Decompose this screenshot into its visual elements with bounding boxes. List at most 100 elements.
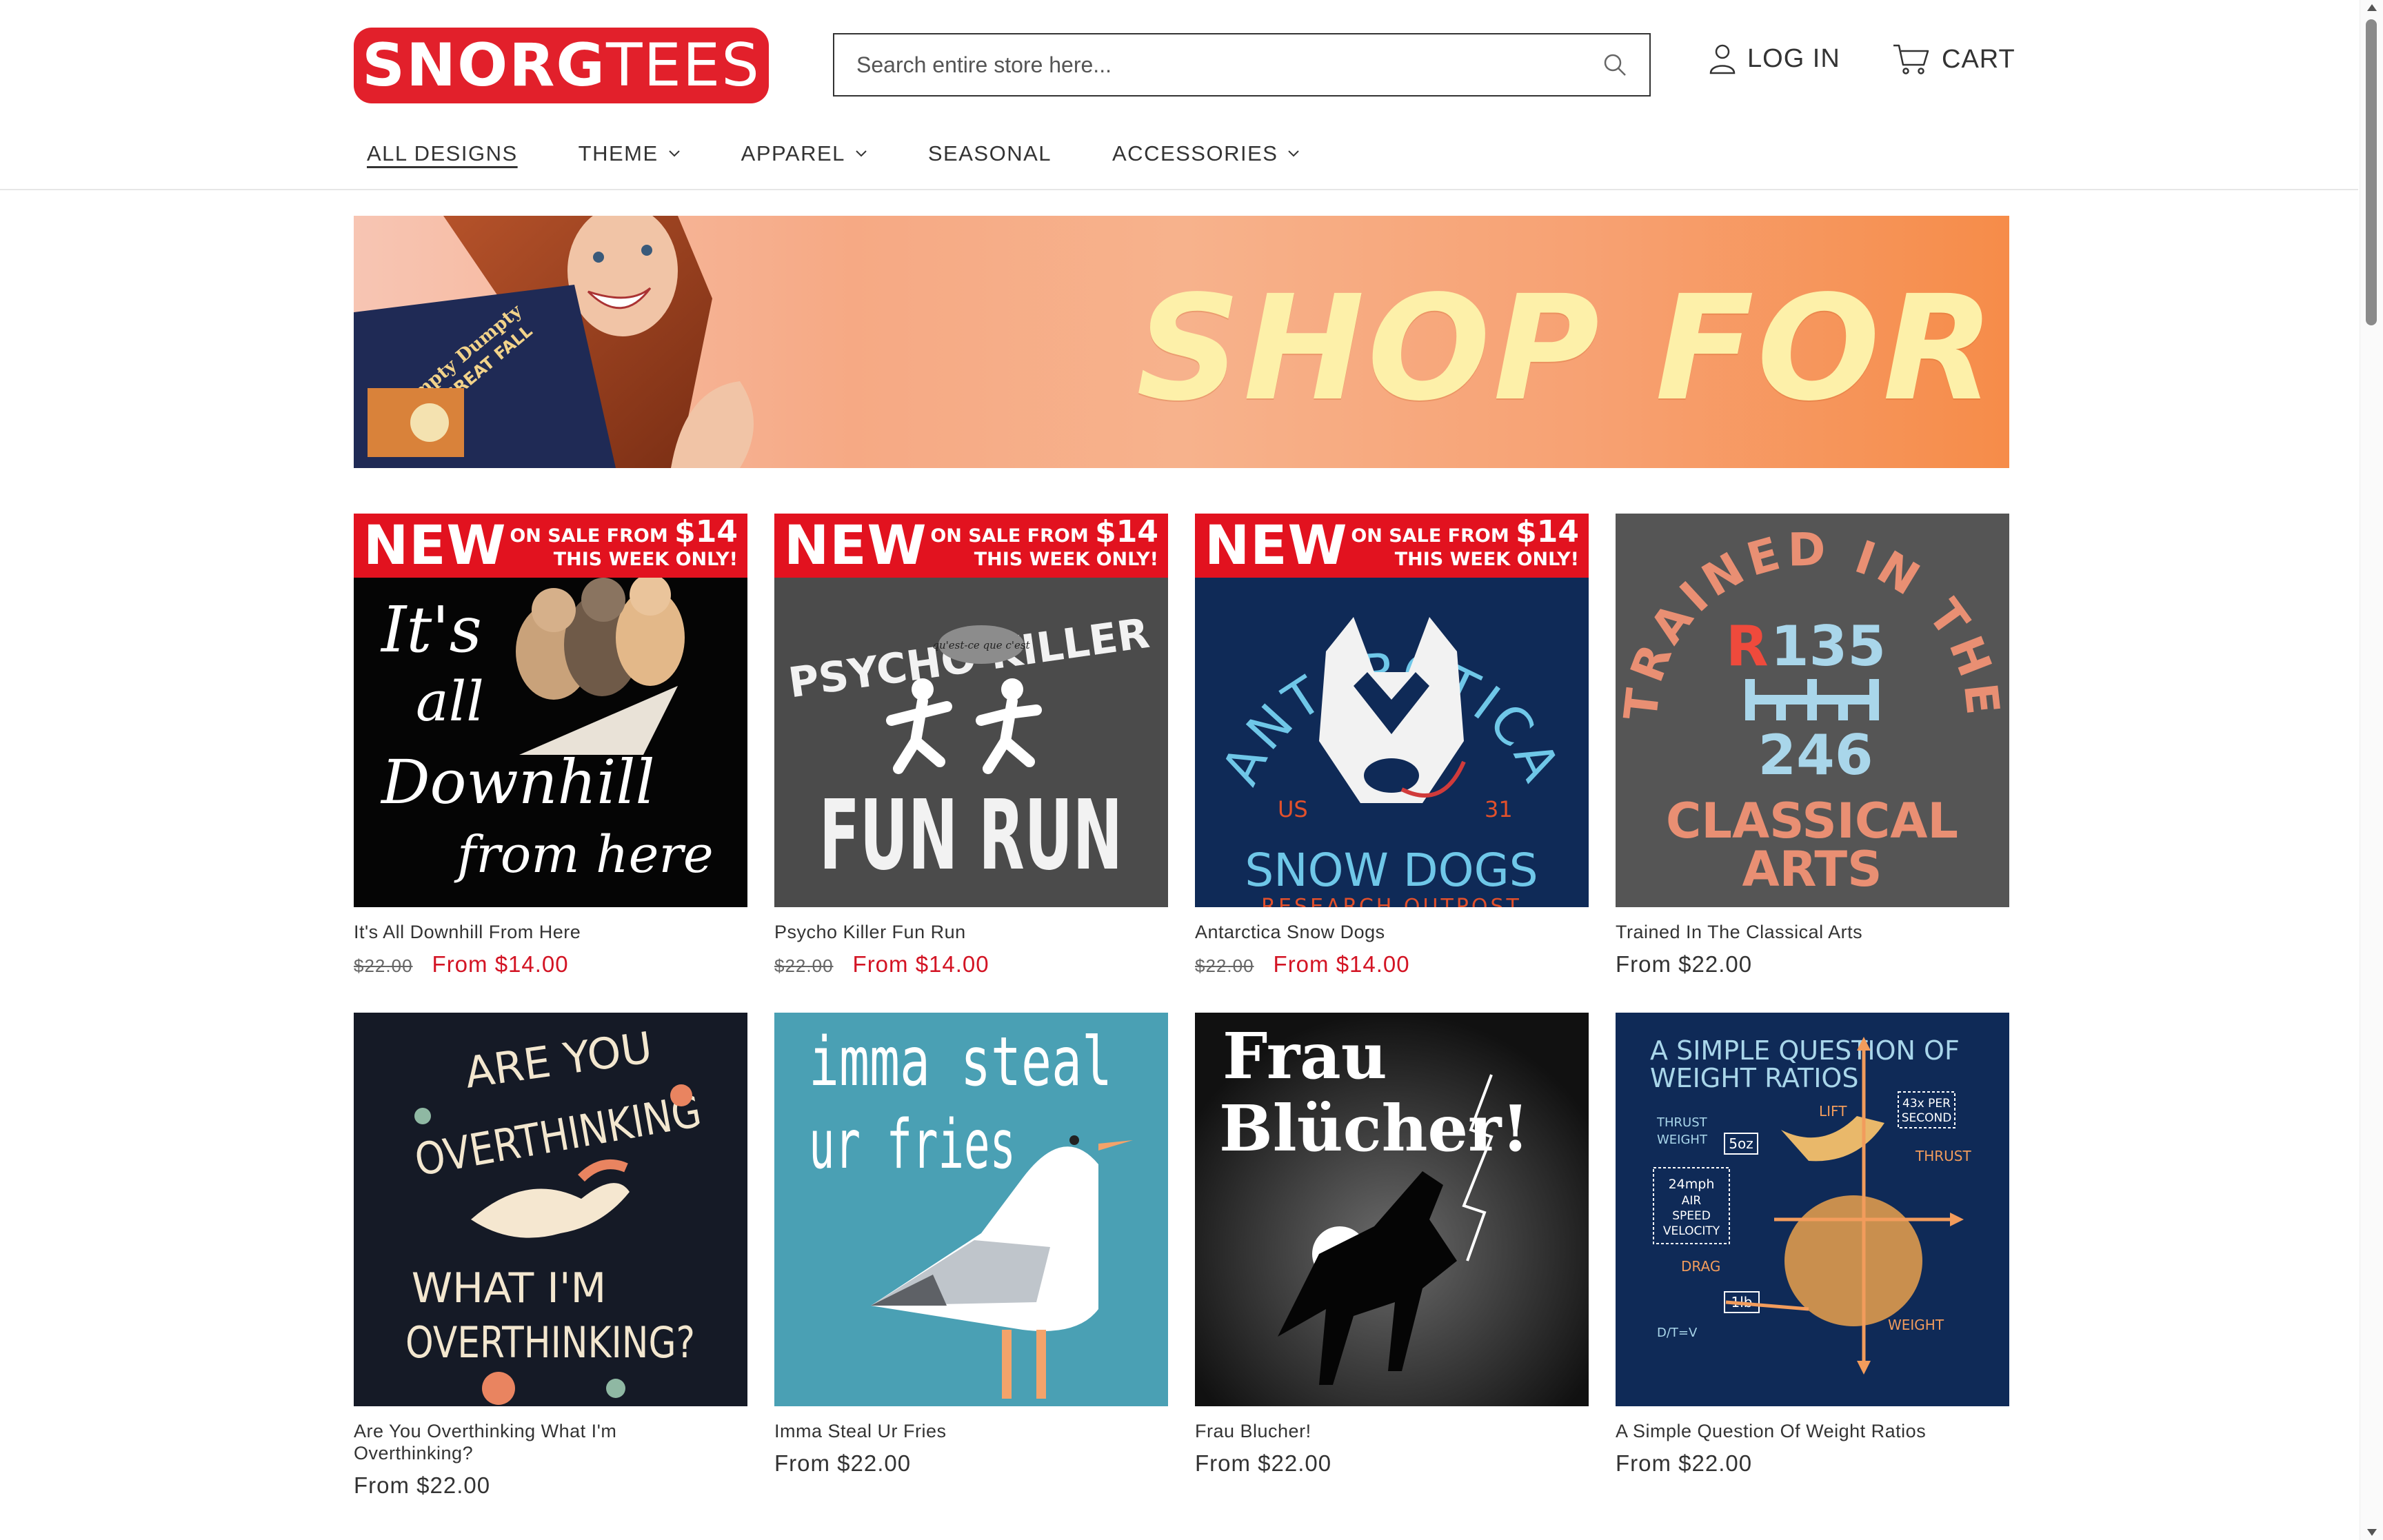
product-card[interactable]: A SIMPLE QUESTION OF WEIGHT RATIOS THRUS… bbox=[1616, 1013, 2009, 1477]
badge-sale-price: $14 bbox=[674, 514, 738, 549]
product-name[interactable]: Trained In The Classical Arts bbox=[1616, 921, 2009, 943]
page-scrollbar[interactable] bbox=[2360, 0, 2383, 1540]
art-text-thrust-2: THRUST bbox=[1915, 1148, 1971, 1164]
art-text-downhill: Downhill bbox=[380, 747, 655, 818]
badge-sale-text: ON SALE FROM bbox=[930, 525, 1089, 547]
product-image[interactable]: A SIMPLE QUESTION OF WEIGHT RATIOS THRUS… bbox=[1616, 1013, 2009, 1406]
chevron-down-icon bbox=[1288, 150, 1300, 157]
classical-arts-art: TRAINED IN THE R 135 246 CLASSICAL ARTS bbox=[1616, 514, 2009, 907]
product-price: From $22.00 bbox=[1195, 1450, 1589, 1477]
product-card[interactable]: TRAINED IN THE R 135 246 CLASSICAL ARTS … bbox=[1616, 514, 2009, 977]
regular-price: From $22.00 bbox=[1616, 951, 1753, 977]
art-text-5oz: 5oz bbox=[1729, 1135, 1753, 1152]
banner-title: SHOP FOR FALL bbox=[1136, 264, 2009, 433]
search-input[interactable] bbox=[855, 51, 1601, 79]
site-header: SNORGTEES LOG IN CART ALL DESIGNS THEME … bbox=[0, 0, 2358, 190]
product-card[interactable]: PSYCHO KILLER qu'est-ce que c'est FUN RU… bbox=[774, 514, 1168, 977]
chevron-down-icon bbox=[856, 150, 867, 157]
product-name[interactable]: Psycho Killer Fun Run bbox=[774, 921, 1168, 943]
badge-new: NEW bbox=[363, 514, 507, 577]
product-price: From $22.00 bbox=[1616, 1450, 2009, 1477]
art-text-all: all bbox=[416, 669, 484, 733]
badge-sale-text: ON SALE FROM bbox=[1351, 525, 1509, 547]
art-text-research-outpost: RESEARCH OUTPOST bbox=[1261, 895, 1522, 907]
art-text-overthinking-2: OVERTHINKING? bbox=[405, 1317, 695, 1368]
product-price: From $22.00 bbox=[354, 1472, 747, 1499]
nav-label: APPAREL bbox=[741, 141, 845, 165]
old-price: $22.00 bbox=[1195, 955, 1254, 976]
art-text-velocity: VELOCITY bbox=[1663, 1224, 1720, 1238]
product-name[interactable]: Antarctica Snow Dogs bbox=[1195, 921, 1589, 943]
login-label: LOG IN bbox=[1747, 43, 1840, 73]
cart-label: CART bbox=[1942, 44, 2015, 74]
product-name[interactable]: Frau Blucher! bbox=[1195, 1420, 1589, 1442]
product-image[interactable]: It's all Downhill from here NEW ON SALE … bbox=[354, 514, 747, 907]
nav-label: ALL DESIGNS bbox=[367, 141, 518, 165]
art-text-its: It's bbox=[380, 593, 482, 667]
art-text-r: R bbox=[1726, 614, 1769, 678]
search-box bbox=[833, 33, 1651, 97]
user-icon bbox=[1709, 44, 1736, 74]
badge-week-text: THIS WEEK ONLY! bbox=[974, 548, 1158, 570]
product-card[interactable]: It's all Downhill from here NEW ON SALE … bbox=[354, 514, 747, 977]
nav-apparel[interactable]: APPAREL bbox=[741, 141, 867, 166]
product-name[interactable]: A Simple Question Of Weight Ratios bbox=[1616, 1420, 2009, 1442]
snorgtees-logo[interactable]: SNORG TEES bbox=[354, 28, 769, 103]
shop-for-fall-banner[interactable]: Humpty Dumpty HAD A GREAT FALL SHOP FOR … bbox=[354, 216, 2009, 468]
scrollbar-thumb[interactable] bbox=[2366, 19, 2377, 325]
search-icon[interactable] bbox=[1601, 51, 1629, 79]
product-card[interactable]: imma steal ur fries Imma Steal Ur Fries … bbox=[774, 1013, 1168, 1477]
badge-new: NEW bbox=[784, 514, 927, 577]
regular-price: From $22.00 bbox=[774, 1450, 912, 1476]
product-name[interactable]: Imma Steal Ur Fries bbox=[774, 1420, 1168, 1442]
product-image[interactable]: Frau Blücher! bbox=[1195, 1013, 1589, 1406]
sale-price: From $14.00 bbox=[432, 951, 569, 977]
product-image[interactable]: PSYCHO KILLER qu'est-ce que c'est FUN RU… bbox=[774, 514, 1168, 907]
art-text-weight: WEIGHT bbox=[1657, 1133, 1708, 1147]
product-card[interactable]: ANTARCTICA US 31 SNOW DOGS RESEARCH OUTP… bbox=[1195, 514, 1589, 977]
scroll-up-arrow[interactable] bbox=[2367, 4, 2377, 11]
scroll-down-arrow[interactable] bbox=[2367, 1529, 2377, 1536]
nav-theme[interactable]: THEME bbox=[579, 141, 681, 166]
cart-link[interactable]: CART bbox=[1892, 43, 2015, 76]
art-text-lift: LIFT bbox=[1819, 1103, 1847, 1119]
badge-sale-text: ON SALE FROM bbox=[510, 525, 668, 547]
regular-price: From $22.00 bbox=[1616, 1450, 1753, 1476]
art-text-arts: ARTS bbox=[1742, 841, 1882, 898]
art-text-per: 43x PER bbox=[1902, 1097, 1951, 1111]
product-card[interactable]: Frau Blücher! Frau Blucher! From $22.00 bbox=[1195, 1013, 1589, 1477]
art-text-second: SECOND bbox=[1902, 1111, 1952, 1125]
login-link[interactable]: LOG IN bbox=[1709, 43, 1840, 74]
product-card[interactable]: ARE YOU OVERTHINKING WHAT I'M OVERTHINKI… bbox=[354, 1013, 747, 1499]
new-sale-badge: NEW ON SALE FROM $14 THIS WEEK ONLY! bbox=[774, 514, 1168, 578]
art-text-formula: D/T=V bbox=[1657, 1326, 1698, 1340]
nav-seasonal[interactable]: SEASONAL bbox=[928, 141, 1052, 166]
art-text-snow-dogs: SNOW DOGS bbox=[1245, 844, 1538, 897]
product-image[interactable]: ANTARCTICA US 31 SNOW DOGS RESEARCH OUTP… bbox=[1195, 514, 1589, 907]
main-nav: ALL DESIGNS THEME APPAREL SEASONAL ACCES… bbox=[367, 141, 1360, 166]
product-name[interactable]: It's All Downhill From Here bbox=[354, 921, 747, 943]
sale-price: From $14.00 bbox=[852, 951, 989, 977]
old-price: $22.00 bbox=[774, 955, 834, 976]
art-text-speech: qu'est-ce que c'est bbox=[932, 639, 1030, 651]
product-image[interactable]: ARE YOU OVERTHINKING WHAT I'M OVERTHINKI… bbox=[354, 1013, 747, 1406]
badge-new: NEW bbox=[1205, 514, 1348, 577]
product-price: $22.00 From $14.00 bbox=[354, 951, 747, 977]
art-text-imma-steal: imma steal bbox=[809, 1023, 1112, 1102]
nav-all-designs[interactable]: ALL DESIGNS bbox=[367, 141, 518, 166]
banner-model-image: Humpty Dumpty HAD A GREAT FALL bbox=[354, 216, 754, 468]
product-image[interactable]: TRAINED IN THE R 135 246 CLASSICAL ARTS bbox=[1616, 514, 2009, 907]
art-text-thrust: THRUST bbox=[1656, 1115, 1708, 1130]
product-price: From $22.00 bbox=[774, 1450, 1168, 1477]
product-price: $22.00 From $14.00 bbox=[774, 951, 1168, 977]
product-price: From $22.00 bbox=[1616, 951, 2009, 977]
nav-accessories[interactable]: ACCESSORIES bbox=[1112, 141, 1300, 166]
seagull-fries-art: imma steal ur fries bbox=[774, 1013, 1168, 1406]
art-text-air: AIR bbox=[1682, 1194, 1702, 1208]
frau-blucher-art: Frau Blücher! bbox=[1195, 1013, 1589, 1406]
badge-sale-price: $14 bbox=[1095, 514, 1158, 549]
product-name[interactable]: Are You Overthinking What I'm Overthinki… bbox=[354, 1420, 657, 1464]
sale-price: From $14.00 bbox=[1273, 951, 1410, 977]
art-text-31: 31 bbox=[1485, 796, 1513, 822]
product-image[interactable]: imma steal ur fries bbox=[774, 1013, 1168, 1406]
